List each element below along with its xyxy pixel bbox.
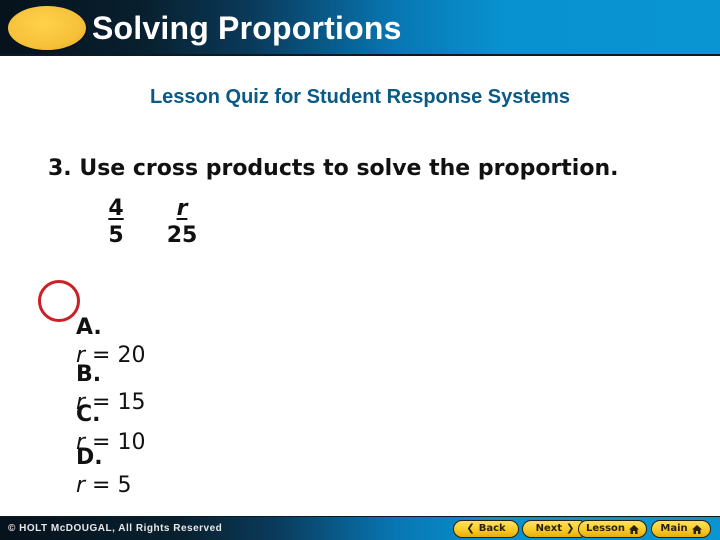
lesson-button[interactable]: Lesson [578, 520, 647, 538]
lesson-subtitle: Lesson Quiz for Student Response Systems [149, 86, 571, 108]
question-text: 3. Use cross products to solve the propo… [48, 156, 619, 181]
fraction-left: 4 5 [96, 197, 136, 248]
home-icon [691, 524, 702, 534]
fraction-right-numerator: r [176, 196, 188, 221]
header-bar: Solving Proportions [0, 0, 720, 56]
lesson-button-label: Lesson [585, 523, 626, 534]
header-oval-decoration [8, 6, 86, 50]
copyright-text: © HOLT McDOUGAL, All Rights Reserved [8, 523, 223, 534]
next-button-label: Next [535, 523, 562, 534]
footer-bar: © HOLT McDOUGAL, All Rights Reserved ❮ B… [0, 516, 720, 540]
back-button-label: Back [478, 523, 506, 534]
answer-option-d[interactable]: D. r = 5 [48, 416, 131, 528]
fraction-left-numerator: 4 [108, 196, 124, 221]
main-button-label: Main [660, 523, 688, 534]
page-title: Solving Proportions [92, 10, 402, 46]
option-value: = 5 [85, 473, 132, 498]
back-button[interactable]: ❮ Back [453, 520, 519, 538]
fraction-left-denominator: 5 [108, 223, 124, 248]
fraction-right-denominator: 25 [166, 223, 198, 248]
chevron-right-icon: ❯ [566, 523, 575, 534]
main-button[interactable]: Main [651, 520, 711, 538]
chevron-left-icon: ❮ [466, 523, 475, 534]
home-icon [629, 524, 640, 534]
slide: Solving Proportions Lesson Quiz for Stud… [0, 0, 720, 540]
fraction-right: r 25 [162, 197, 202, 248]
option-variable: r [75, 473, 86, 498]
option-letter: D. [75, 445, 103, 470]
